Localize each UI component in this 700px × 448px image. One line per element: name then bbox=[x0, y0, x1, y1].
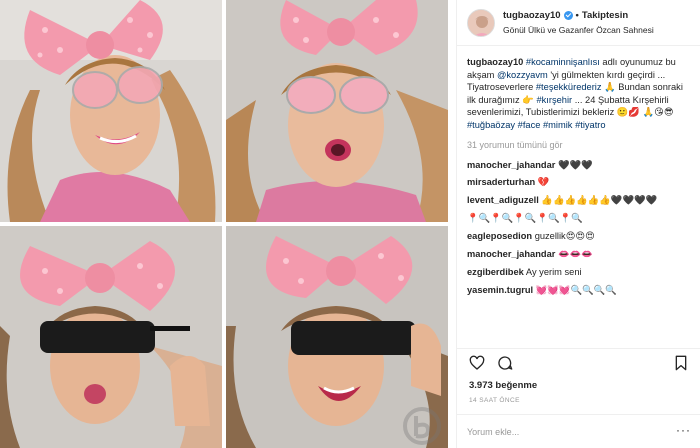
view-all-comments-link[interactable]: 31 yorumun tümünü gör bbox=[467, 139, 693, 152]
comment-username[interactable]: eagleposedion bbox=[467, 231, 532, 241]
post-timestamp: 14 SAAT ÖNCE bbox=[469, 397, 520, 404]
collage-photo-1 bbox=[0, 0, 222, 222]
username-link[interactable]: tugbaozay10 bbox=[503, 10, 561, 21]
likes-count[interactable]: 3.973 beğenme bbox=[469, 380, 537, 391]
comment-text: 💔 bbox=[537, 177, 550, 188]
heart-icon[interactable] bbox=[469, 355, 485, 371]
comment-username[interactable]: levent_adiguzell bbox=[467, 195, 539, 205]
comment-item: manocher_jahandar 🖤🖤🖤 bbox=[467, 159, 693, 172]
comment-item: mirsaderturhan 💔 bbox=[467, 176, 693, 189]
comment-item: yasemin.tugrul 💓💓💓🔍🔍🔍🔍 bbox=[467, 284, 693, 297]
more-options-icon[interactable]: ··· bbox=[676, 423, 691, 437]
collage-photo-2 bbox=[226, 0, 448, 222]
comment-text: 👍👍👍👍👍👍🖤🖤🖤🖤 bbox=[541, 195, 658, 206]
location-link[interactable]: Gönül Ülkü ve Gazanfer Özcan Sahnesi bbox=[503, 25, 654, 35]
comment-text: 💓💓💓🔍🔍🔍🔍 bbox=[535, 284, 617, 295]
add-comment-box: ··· bbox=[457, 414, 700, 448]
comment-text: guzellik😍😍😍 bbox=[534, 231, 595, 242]
mention-link[interactable]: @kozzyavm bbox=[497, 70, 548, 80]
separator-dot: • bbox=[575, 10, 579, 21]
bookmark-icon[interactable] bbox=[673, 355, 689, 371]
header-username-row: tugbaozay10 • Takiptesin bbox=[503, 10, 628, 21]
post-image-collage[interactable] bbox=[0, 0, 448, 448]
hashtag-link[interactable]: #face bbox=[518, 120, 541, 130]
hashtag-link[interactable]: #kocaminnişanlısı bbox=[526, 57, 600, 67]
verified-badge-icon bbox=[563, 11, 573, 20]
comment-item: eagleposedion guzellik😍😍😍 bbox=[467, 230, 693, 243]
comment-text: 🖤🖤🖤 bbox=[557, 159, 593, 170]
comment-item: levent_adiguzell 👍👍👍👍👍👍🖤🖤🖤🖤 bbox=[467, 194, 693, 207]
comment-text: Ay yerim seni bbox=[525, 266, 582, 277]
watermark-logo-icon bbox=[403, 407, 441, 445]
comment-username[interactable]: yasemin.tugrul bbox=[467, 285, 533, 295]
caption-username[interactable]: tugbaozay10 bbox=[467, 57, 523, 67]
hashtag-link[interactable]: #tiyatro bbox=[575, 120, 606, 130]
comment-input[interactable] bbox=[467, 424, 667, 440]
post-actions-bar bbox=[457, 348, 700, 376]
hashtag-link[interactable]: #teşekkürederiz bbox=[536, 82, 602, 92]
hashtag-link[interactable]: #mimik bbox=[543, 120, 572, 130]
hashtag-link[interactable]: #kırşehir bbox=[536, 95, 572, 105]
comment-username[interactable]: ezgiberdibek bbox=[467, 267, 524, 277]
comment-icon[interactable] bbox=[497, 355, 513, 371]
comment-username[interactable]: manocher_jahandar bbox=[467, 249, 555, 259]
hashtag-link[interactable]: #tuğbaözay bbox=[467, 120, 515, 130]
comments-section: tugbaozay10 #kocaminnişanlısı adlı oyunu… bbox=[467, 56, 693, 302]
collage-photo-3 bbox=[0, 226, 222, 448]
comment-item-continued: 📍🔍📍🔍📍🔍📍🔍📍🔍 bbox=[467, 212, 693, 225]
comment-text: 👄👄👄 bbox=[557, 248, 593, 259]
comment-username[interactable]: mirsaderturhan bbox=[467, 177, 535, 187]
post-header: tugbaozay10 • Takiptesin Gönül Ülkü ve G… bbox=[457, 0, 700, 46]
follow-status-button[interactable]: Takiptesin bbox=[582, 10, 628, 21]
comment-text: 📍🔍📍🔍📍🔍📍🔍📍🔍 bbox=[467, 213, 583, 224]
comment-item: ezgiberdibek Ay yerim seni bbox=[467, 266, 693, 279]
caption: tugbaozay10 #kocaminnişanlısı adlı oyunu… bbox=[467, 56, 693, 131]
comment-username[interactable]: manocher_jahandar bbox=[467, 160, 555, 170]
avatar[interactable] bbox=[467, 9, 495, 37]
post-side-panel: tugbaozay10 • Takiptesin Gönül Ülkü ve G… bbox=[456, 0, 700, 448]
comment-item: manocher_jahandar 👄👄👄 bbox=[467, 248, 693, 261]
